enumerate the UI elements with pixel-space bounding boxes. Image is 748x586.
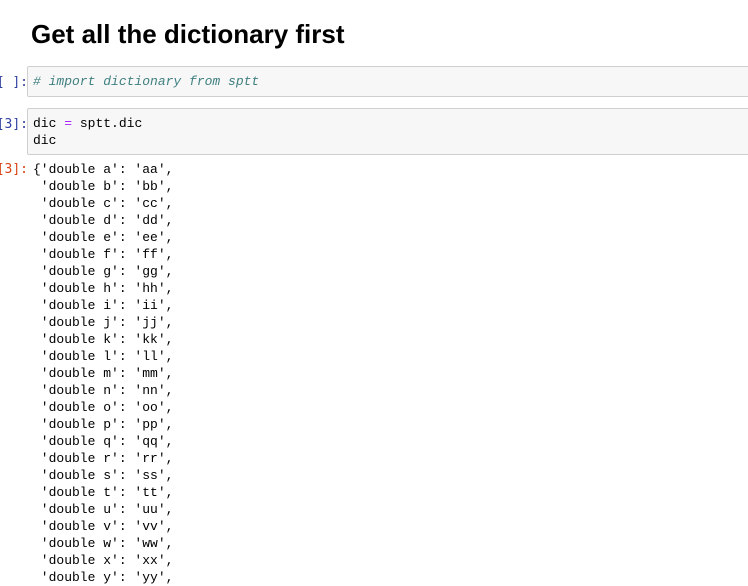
- output-line: 'double h': 'hh',: [33, 281, 174, 296]
- cell-1-prompt: [ ]:: [0, 75, 28, 90]
- code-line-2: dic: [33, 133, 57, 148]
- output-line: 'double s': 'ss',: [33, 468, 174, 483]
- output-line: 'double w': 'ww',: [33, 536, 174, 551]
- output-line: {'double a': 'aa',: [33, 162, 174, 177]
- output-line: 'double n': 'nn',: [33, 383, 174, 398]
- output-line: 'double e': 'ee',: [33, 230, 174, 245]
- output-line: 'double r': 'rr',: [33, 451, 174, 466]
- output-line: 'double x': 'xx',: [33, 553, 174, 568]
- output-line: 'double d': 'dd',: [33, 213, 174, 228]
- cell-2-input[interactable]: dic = sptt.dic dic: [27, 108, 748, 155]
- output-line: 'double o': 'oo',: [33, 400, 174, 415]
- code-expression: sptt.dic: [79, 116, 143, 131]
- output-line: 'double j': 'jj',: [33, 315, 174, 330]
- cell-2-prompt: [3]:: [0, 117, 28, 132]
- output-line: 'double v': 'vv',: [33, 519, 174, 534]
- output-line: 'double k': 'kk',: [33, 332, 174, 347]
- output-line: 'double u': 'uu',: [33, 502, 174, 517]
- output-line: 'double p': 'pp',: [33, 417, 174, 432]
- output-line: 'double b': 'bb',: [33, 179, 174, 194]
- output-line: 'double q': 'qq',: [33, 434, 174, 449]
- cell-1-input[interactable]: # import dictionary from sptt: [27, 66, 748, 97]
- output-line: 'double f': 'ff',: [33, 247, 174, 262]
- output-line: 'double y': 'yy',: [33, 570, 174, 585]
- output-line: 'double i': 'ii',: [33, 298, 174, 313]
- cell-output: {'double a': 'aa', 'double b': 'bb', 'do…: [33, 161, 173, 586]
- output-line: 'double c': 'cc',: [33, 196, 174, 211]
- output-line: 'double g': 'gg',: [33, 264, 174, 279]
- output-line: 'double l': 'll',: [33, 349, 174, 364]
- code-comment: # import dictionary from sptt: [33, 74, 260, 89]
- output-prompt: [3]:: [0, 162, 28, 177]
- markdown-heading: Get all the dictionary first: [31, 19, 345, 49]
- output-line: 'double m': 'mm',: [33, 366, 174, 381]
- code-variable: dic: [33, 116, 57, 131]
- code-operator: =: [64, 116, 73, 131]
- output-line: 'double t': 'tt',: [33, 485, 174, 500]
